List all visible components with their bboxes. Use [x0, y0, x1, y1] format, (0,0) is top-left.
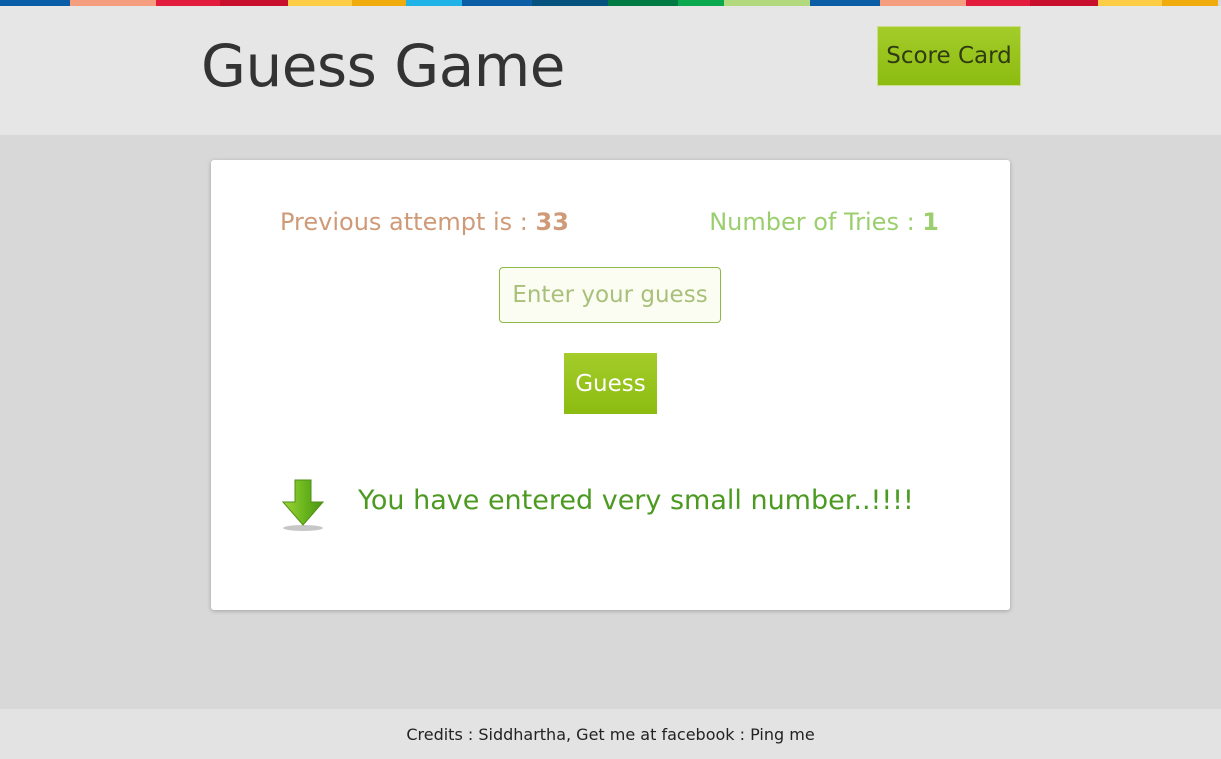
guess-input[interactable]	[499, 267, 721, 323]
arrow-down-icon	[281, 479, 325, 531]
guess-button[interactable]: Guess	[564, 353, 657, 414]
ping-me-link[interactable]: Ping me	[750, 725, 815, 744]
number-of-tries: Number of Tries : 1	[709, 208, 939, 236]
previous-attempt-label: Previous attempt is :	[280, 208, 536, 236]
result-message: You have entered very small number..!!!!	[358, 485, 914, 516]
previous-attempt: Previous attempt is : 33	[280, 208, 569, 236]
previous-attempt-value: 33	[535, 208, 569, 236]
score-card-button[interactable]: Score Card	[877, 26, 1021, 86]
header: Guess Game Score Card	[0, 6, 1221, 135]
tries-value: 1	[922, 208, 939, 236]
credits-text: Credits : Siddhartha, Get me at facebook…	[406, 724, 746, 744]
game-card: Previous attempt is : 33 Number of Tries…	[211, 160, 1010, 610]
main-area: Previous attempt is : 33 Number of Tries…	[0, 135, 1221, 709]
page-title: Guess Game	[201, 32, 565, 100]
tries-label: Number of Tries :	[709, 208, 923, 236]
footer: Credits : Siddhartha, Get me at facebook…	[0, 709, 1221, 759]
